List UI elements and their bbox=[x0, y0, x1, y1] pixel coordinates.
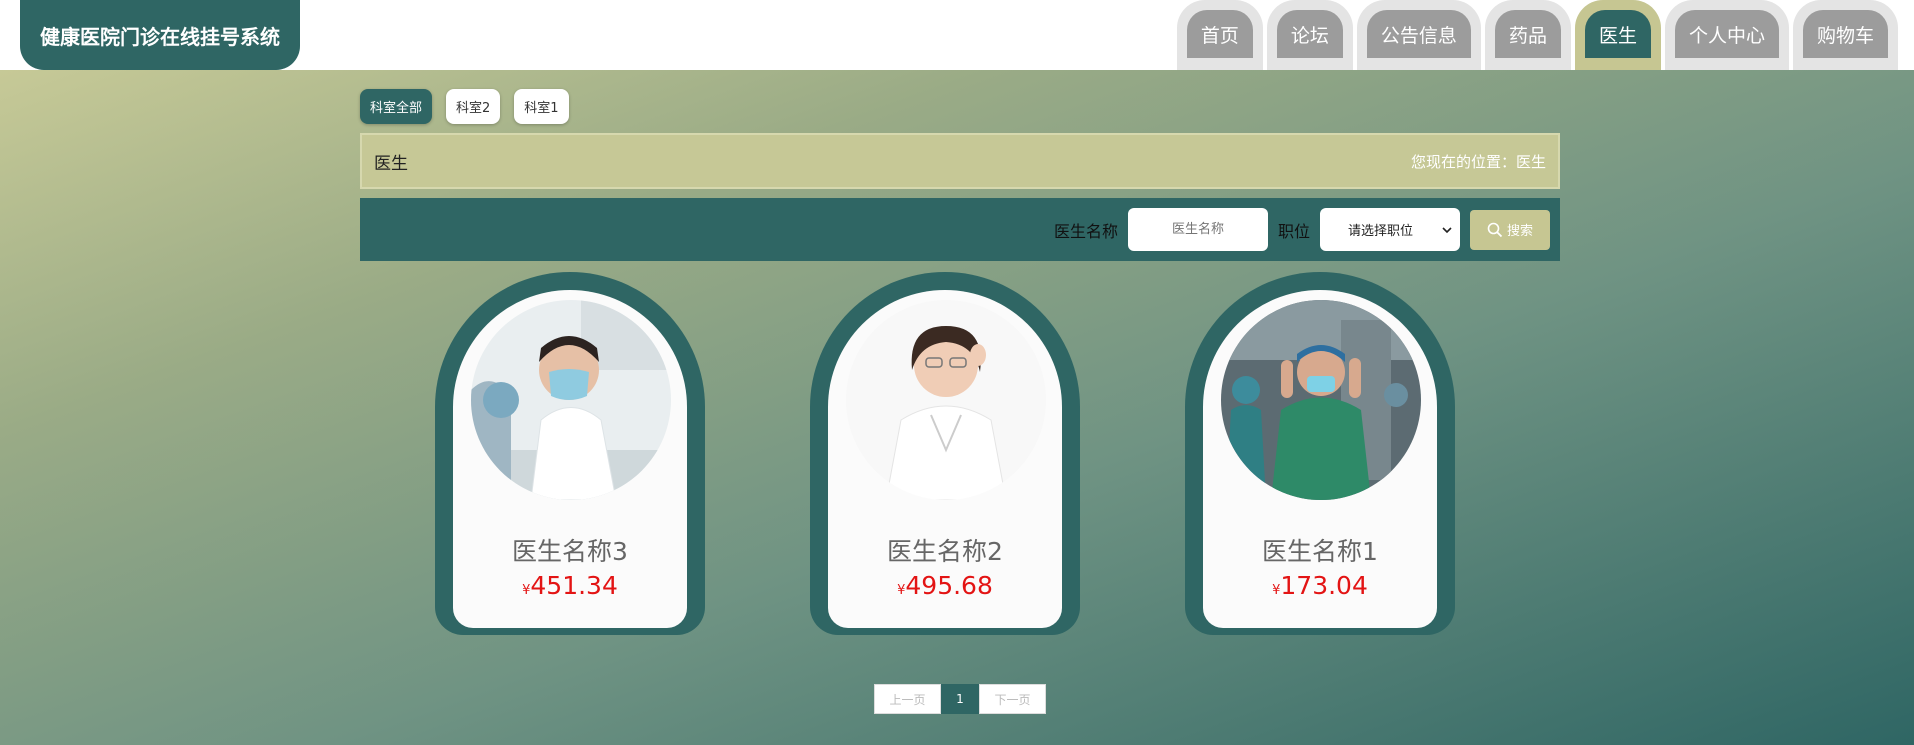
nav-home[interactable]: 首页 bbox=[1176, 0, 1263, 70]
doctor-list: 医生名称3 ¥451.34 医生名称2 ¥495.68 医生名称1 ¥173.0… bbox=[0, 272, 1914, 637]
search-bar: 医生名称 职位 请选择职位 搜索 bbox=[360, 198, 1560, 261]
nav-medicine[interactable]: 药品 bbox=[1484, 0, 1571, 70]
doctor-card[interactable]: 医生名称3 ¥451.34 bbox=[435, 272, 705, 635]
doctor-photo[interactable] bbox=[471, 300, 671, 500]
price-value: 173.04 bbox=[1280, 571, 1368, 600]
nav-forum[interactable]: 论坛 bbox=[1266, 0, 1353, 70]
nav-personal-center[interactable]: 个人中心 bbox=[1664, 0, 1789, 70]
search-button-label: 搜索 bbox=[1506, 224, 1533, 239]
nav-home-label[interactable]: 首页 bbox=[1186, 10, 1253, 58]
department-chip-2[interactable]: 科室2 bbox=[446, 89, 501, 124]
nav-doctor-label[interactable]: 医生 bbox=[1584, 10, 1651, 58]
top-header: 健康医院门诊在线挂号系统 首页 论坛 公告信息 药品 医生 个人中心 购物车 bbox=[0, 0, 1914, 70]
doctor-name-label: 医生名称 bbox=[1053, 221, 1118, 241]
page-title: 医生 bbox=[374, 153, 408, 174]
doctor-card-body: 医生名称2 ¥495.68 bbox=[828, 290, 1062, 628]
doctor-name[interactable]: 医生名称2 bbox=[828, 532, 1062, 568]
department-filter: 科室全部 科室2 科室1 bbox=[360, 89, 569, 124]
position-label: 职位 bbox=[1277, 221, 1310, 241]
doctor-photo[interactable] bbox=[846, 300, 1046, 500]
pagination: 上一页 1 下一页 bbox=[874, 684, 1046, 714]
nav-doctor[interactable]: 医生 bbox=[1574, 0, 1661, 70]
doctor-price: ¥451.34 bbox=[453, 571, 687, 600]
position-select-value: 请选择职位 bbox=[1348, 224, 1414, 239]
position-select[interactable]: 请选择职位 bbox=[1320, 208, 1460, 251]
search-button[interactable]: 搜索 bbox=[1470, 209, 1550, 250]
nav-cart-label[interactable]: 购物车 bbox=[1802, 10, 1888, 58]
doctor-card-body: 医生名称3 ¥451.34 bbox=[453, 290, 687, 628]
doctor-name[interactable]: 医生名称3 bbox=[453, 532, 687, 568]
nav-announcements[interactable]: 公告信息 bbox=[1356, 0, 1481, 70]
main-nav: 首页 论坛 公告信息 药品 医生 个人中心 购物车 bbox=[1176, 0, 1898, 70]
breadcrumb-location: 您现在的位置：医生 bbox=[1410, 152, 1546, 171]
doctor-price: ¥495.68 bbox=[828, 571, 1062, 600]
nav-forum-label[interactable]: 论坛 bbox=[1276, 10, 1343, 58]
chevron-down-icon bbox=[1442, 226, 1452, 233]
nav-cart[interactable]: 购物车 bbox=[1792, 0, 1898, 70]
department-chip-1[interactable]: 科室1 bbox=[514, 89, 569, 124]
doctor-card[interactable]: 医生名称1 ¥173.04 bbox=[1185, 272, 1455, 635]
next-page-button[interactable]: 下一页 bbox=[979, 684, 1046, 714]
doctor-photo[interactable] bbox=[1221, 300, 1421, 500]
department-chip-all[interactable]: 科室全部 bbox=[360, 89, 433, 124]
nav-announcements-label[interactable]: 公告信息 bbox=[1366, 10, 1471, 58]
doctor-name-input[interactable] bbox=[1127, 208, 1268, 251]
price-value: 451.34 bbox=[530, 571, 618, 600]
doctor-name[interactable]: 医生名称1 bbox=[1203, 532, 1437, 568]
breadcrumb-bar: 医生 您现在的位置：医生 bbox=[360, 133, 1560, 189]
nav-medicine-label[interactable]: 药品 bbox=[1494, 10, 1561, 58]
price-value: 495.68 bbox=[905, 571, 993, 600]
nav-personal-center-label[interactable]: 个人中心 bbox=[1674, 10, 1779, 58]
search-icon bbox=[1487, 222, 1503, 237]
prev-page-button[interactable]: 上一页 bbox=[874, 684, 941, 714]
doctor-price: ¥173.04 bbox=[1203, 571, 1437, 600]
current-page-button[interactable]: 1 bbox=[941, 684, 979, 714]
site-title[interactable]: 健康医院门诊在线挂号系统 bbox=[20, 0, 300, 70]
doctor-card-body: 医生名称1 ¥173.04 bbox=[1203, 290, 1437, 628]
doctor-card[interactable]: 医生名称2 ¥495.68 bbox=[810, 272, 1080, 635]
